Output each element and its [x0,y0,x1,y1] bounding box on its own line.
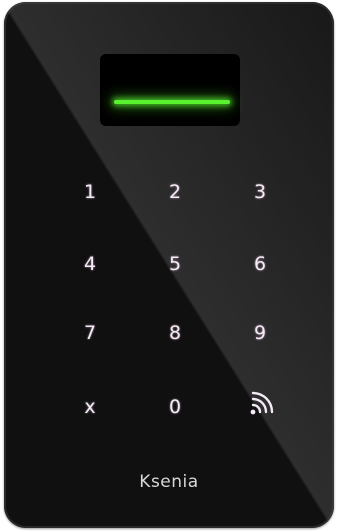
key-4[interactable]: 4 [70,249,110,279]
key-2[interactable]: 2 [155,177,195,207]
key-cancel[interactable]: x [70,392,110,422]
keypad-device: 1 2 3 4 5 6 7 8 9 x 0 Ksenia [4,2,334,528]
contactless-icon[interactable] [248,391,274,419]
key-7[interactable]: 7 [70,318,110,348]
key-5[interactable]: 5 [155,249,195,279]
key-1[interactable]: 1 [70,177,110,207]
key-9[interactable]: 9 [240,318,280,348]
key-6[interactable]: 6 [240,249,280,279]
status-led-window [100,54,240,126]
key-0[interactable]: 0 [155,392,195,422]
brand-logo: Ksenia [139,472,199,492]
key-3[interactable]: 3 [240,177,280,207]
key-8[interactable]: 8 [155,318,195,348]
status-led [114,100,230,104]
